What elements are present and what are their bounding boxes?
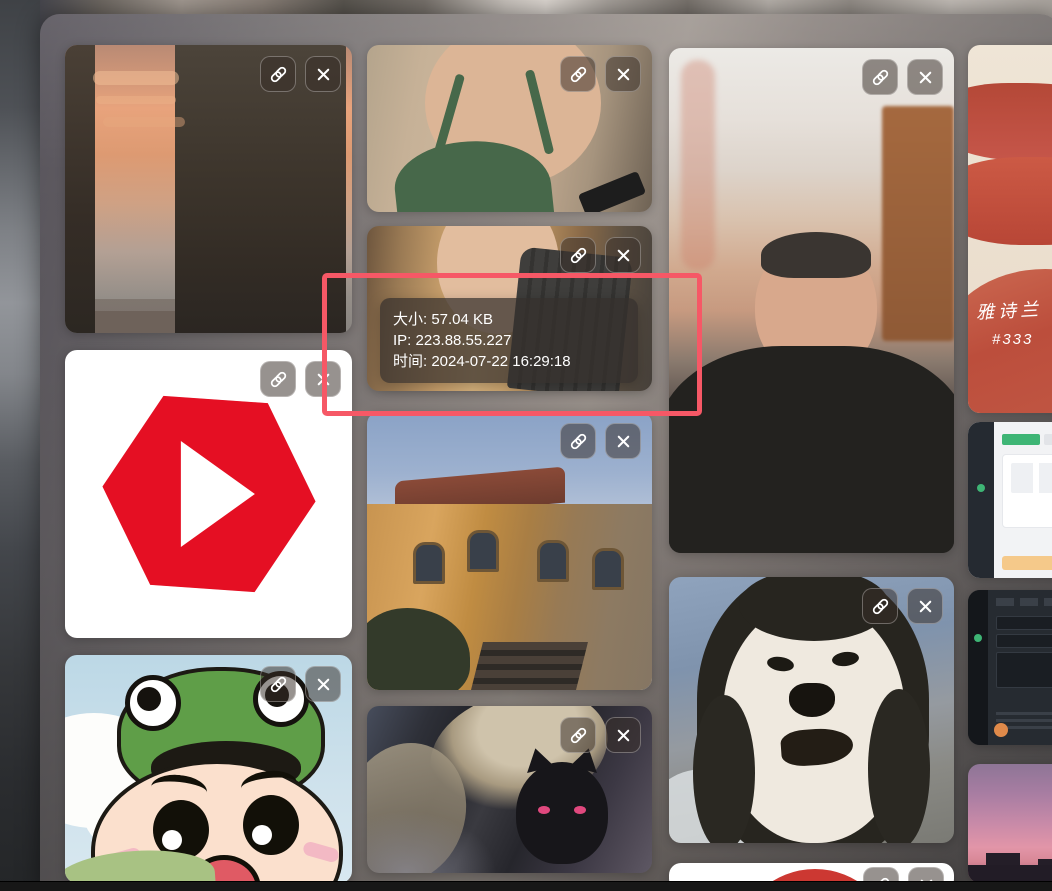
close-icon bbox=[614, 726, 633, 745]
image-card-lipstick[interactable]: 雅诗兰 #333 bbox=[968, 45, 1052, 413]
delete-button[interactable] bbox=[605, 717, 641, 753]
delete-button[interactable] bbox=[305, 56, 341, 92]
frog-eye bbox=[125, 675, 181, 731]
glow-shape bbox=[367, 811, 497, 873]
image-card-green-camisole[interactable] bbox=[367, 45, 652, 212]
screenshot-textarea bbox=[996, 652, 1052, 688]
delete-button[interactable] bbox=[605, 423, 641, 459]
window-shape bbox=[537, 540, 569, 582]
screenshot-avatar bbox=[994, 723, 1008, 737]
close-icon bbox=[916, 597, 935, 616]
screenshot-tabs bbox=[996, 598, 1052, 606]
cat-eye bbox=[574, 806, 586, 814]
window-shape bbox=[413, 542, 445, 584]
jacket-shape bbox=[669, 346, 954, 553]
screenshot-icon-rail bbox=[968, 590, 988, 745]
link-icon bbox=[569, 246, 588, 265]
close-icon bbox=[614, 246, 633, 265]
cartoon-eye bbox=[243, 795, 299, 855]
delete-button[interactable] bbox=[305, 666, 341, 702]
image-card-admin-light[interactable] bbox=[968, 422, 1052, 578]
screenshot-sidebar bbox=[968, 422, 994, 578]
link-icon bbox=[269, 675, 288, 694]
lipstick-brand-text: 雅诗兰 bbox=[975, 295, 1042, 324]
screenshot-field bbox=[996, 634, 1052, 648]
link-icon bbox=[871, 68, 890, 87]
dog-nose bbox=[789, 683, 835, 717]
cloud-shape bbox=[93, 71, 179, 85]
copy-link-button[interactable] bbox=[560, 56, 596, 92]
dog-fur bbox=[693, 695, 755, 843]
copy-link-button[interactable] bbox=[260, 666, 296, 702]
copy-link-button[interactable] bbox=[560, 423, 596, 459]
building-silhouette bbox=[65, 45, 95, 333]
image-card-old-man[interactable] bbox=[669, 48, 954, 553]
delete-button[interactable] bbox=[605, 237, 641, 273]
image-card-pink-sunset[interactable] bbox=[968, 764, 1052, 883]
screenshot-notice-bar bbox=[1002, 556, 1052, 570]
link-icon bbox=[269, 65, 288, 84]
copy-link-button[interactable] bbox=[862, 588, 898, 624]
image-card-play-logo[interactable] bbox=[65, 350, 352, 638]
close-icon bbox=[614, 432, 633, 451]
screenshot-panel bbox=[1002, 454, 1052, 528]
copy-link-button[interactable] bbox=[560, 717, 596, 753]
close-icon bbox=[314, 65, 333, 84]
screenshot-chip bbox=[1044, 434, 1052, 445]
window-shape bbox=[467, 530, 499, 572]
image-card-sunset-city[interactable] bbox=[65, 45, 352, 333]
lipstick-shade-text: #333 bbox=[992, 331, 1033, 348]
image-card-husky[interactable] bbox=[669, 577, 954, 843]
link-icon bbox=[269, 370, 288, 389]
dog-fur bbox=[868, 689, 930, 843]
city-skyline bbox=[95, 275, 175, 333]
image-card-european-house[interactable] bbox=[367, 412, 652, 690]
play-icon bbox=[180, 441, 254, 547]
copy-link-button[interactable] bbox=[260, 56, 296, 92]
delete-button[interactable] bbox=[907, 59, 943, 95]
close-icon bbox=[916, 68, 935, 87]
image-card-anime-girl-cat[interactable] bbox=[367, 706, 652, 873]
delete-button[interactable] bbox=[907, 588, 943, 624]
upper-lip-shape bbox=[968, 83, 1052, 161]
close-icon bbox=[614, 65, 633, 84]
image-card-shinchan-frog[interactable] bbox=[65, 655, 352, 883]
door-shape bbox=[882, 106, 954, 341]
black-cat-shape bbox=[516, 762, 608, 864]
stairs-shape bbox=[471, 642, 588, 690]
link-icon bbox=[871, 597, 890, 616]
photo-artifact bbox=[681, 60, 715, 270]
lower-lip-shape bbox=[968, 157, 1052, 245]
link-icon bbox=[569, 432, 588, 451]
link-icon bbox=[569, 65, 588, 84]
red-highlight-rectangle bbox=[322, 273, 702, 416]
window-shape bbox=[592, 548, 624, 590]
bottom-edge-bar bbox=[0, 881, 1052, 891]
link-icon bbox=[569, 726, 588, 745]
copy-link-button[interactable] bbox=[560, 237, 596, 273]
copy-link-button[interactable] bbox=[260, 361, 296, 397]
screenshot-field bbox=[996, 616, 1052, 630]
screenshot-green-button bbox=[1002, 434, 1040, 445]
close-icon bbox=[314, 675, 333, 694]
delete-button[interactable] bbox=[605, 56, 641, 92]
image-card-admin-dark[interactable] bbox=[968, 590, 1052, 745]
copy-link-button[interactable] bbox=[862, 59, 898, 95]
cat-eye bbox=[538, 806, 550, 814]
